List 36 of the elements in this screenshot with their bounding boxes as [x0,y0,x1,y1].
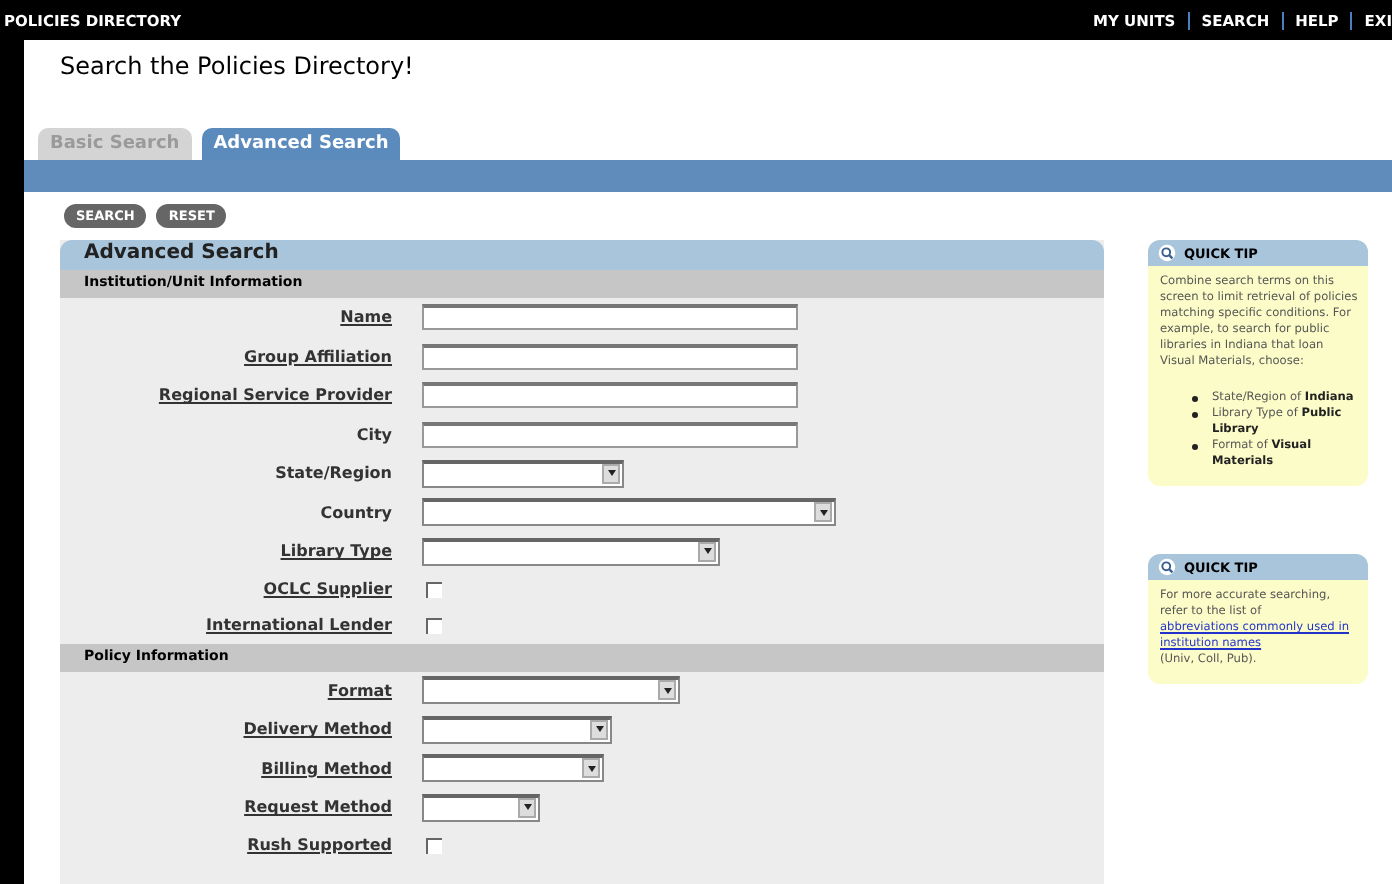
field-label: Country [320,503,392,522]
input-field[interactable] [422,343,798,370]
dropdown[interactable] [422,715,612,744]
bullet-icon [1192,396,1198,402]
bullet-icon [1192,444,1198,450]
dropdown[interactable] [422,537,720,566]
checkbox[interactable] [426,581,442,597]
field-label[interactable]: International Lender [206,616,392,634]
field-label[interactable]: Format [327,681,392,700]
dropdown[interactable] [422,498,836,527]
dropdown[interactable] [422,793,540,822]
field-label[interactable]: Request Method [244,798,392,817]
panel-title: Advanced Search [60,240,1104,270]
input-field[interactable] [422,382,798,409]
input-field[interactable] [422,421,798,448]
dropdown[interactable] [422,676,680,705]
dropdown[interactable] [422,459,624,488]
bullet-icon [1192,412,1198,418]
checkbox[interactable] [426,837,442,853]
dropdown[interactable] [422,754,604,783]
field-label[interactable]: Delivery Method [243,720,392,739]
field-label[interactable]: Name [340,308,392,327]
magnifier-icon [1158,558,1176,576]
field-label[interactable]: Rush Supported [247,836,392,854]
field-label[interactable]: Group Affiliation [244,347,392,366]
field-label: State/Region [275,464,392,483]
field-label[interactable]: OCLC Supplier [263,580,392,598]
field-label[interactable]: Billing Method [261,759,392,778]
field-label[interactable]: Library Type [280,542,392,561]
input-field[interactable] [422,304,798,331]
tab[interactable]: Advanced Search [201,128,401,160]
field-label[interactable]: Regional Service Provider [158,386,392,405]
magnifier-icon [1158,244,1176,262]
field-label: City [356,425,392,444]
checkbox[interactable] [426,617,442,633]
page-title: Search the Policies Directory! [58,50,416,84]
